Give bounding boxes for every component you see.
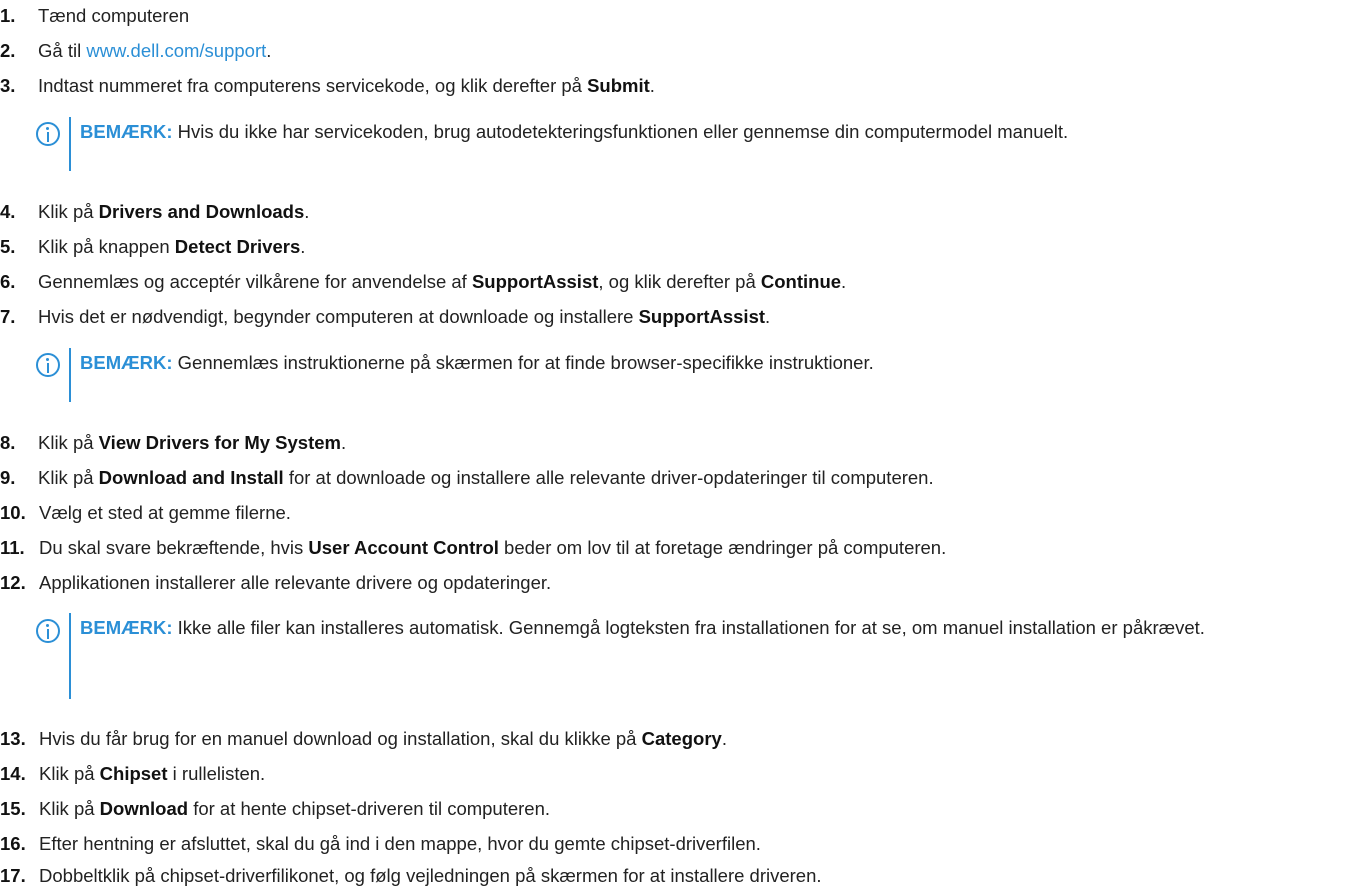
list-item: 7. Hvis det er nødvendigt, begynder compu… [0,303,770,331]
step-number: 7. [0,306,16,327]
step-number: 2. [0,40,16,61]
step-text: Gennemlæs og acceptér vilkårene for anve… [38,271,472,292]
step-text: Indtast nummeret fra computerens service… [38,75,588,96]
note-label: BEMÆRK: [80,121,173,142]
list-item: 12. Applikationen installerer alle releva… [0,569,551,597]
step-text-end: . [341,432,347,453]
step-number: 16. [0,833,26,854]
step-text: Du skal svare bekræftende, hvis [39,537,309,558]
step-number: 5. [0,236,16,257]
step-bold-term: Download [99,798,189,819]
list-item: 13. Hvis du får brug for en manuel downlo… [0,725,727,753]
note-text: Gennemlæs instruktionerne på skærmen for… [177,352,874,373]
step-bold-term: Category [641,728,722,749]
step-number: 3. [0,75,16,96]
list-item: 1. Tænd computeren [0,2,189,30]
list-item: 4. Klik på Drivers and Downloads. [0,198,309,226]
step-text-end: . [649,75,655,96]
list-item: 17. Dobbeltklik på chipset-driverfilikone… [0,862,822,890]
step-bold-term: Detect Drivers [174,236,301,257]
step-text-end: for at downloade og installere alle rele… [283,467,934,488]
note-callout: BEMÆRK: Hvis du ikke har servicekoden, b… [36,117,1346,171]
list-item: 11. Du skal svare bekræftende, hvis User … [0,534,946,562]
list-item: 2. Gå til www.dell.com/support. [0,37,271,65]
step-text: Klik på [39,763,100,784]
step-text-end: i rullelisten. [167,763,266,784]
list-item: 3. Indtast nummeret fra computerens servi… [0,72,655,100]
note-divider [69,117,71,171]
step-bold-term: Submit [587,75,650,96]
list-item: 15. Klik på Download for at hente chipset… [0,795,550,823]
step-number: 14. [0,763,26,784]
step-text-end: . [765,306,771,327]
step-bold-term: Chipset [99,763,168,784]
step-bold-term: Download and Install [98,467,284,488]
list-item: 14. Klik på Chipset i rullelisten. [0,760,265,788]
note-callout: BEMÆRK: Ikke alle filer kan installeres … [36,613,1346,699]
step-text: Tænd computeren [38,5,190,26]
step-text-end: beder om lov til at foretage ændringer p… [498,537,947,558]
step-number: 6. [0,271,16,292]
note-callout: BEMÆRK: Gennemlæs instruktionerne på skæ… [36,348,1346,402]
step-bold-term: View Drivers for My System [98,432,341,453]
step-number: 13. [0,728,26,749]
step-text-mid: , og klik derefter på [598,271,761,292]
step-text: Klik på [38,201,99,222]
step-bold-term: SupportAssist [638,306,766,327]
step-text-end: . [841,271,847,292]
step-text: Vælg et sted at gemme filerne. [39,502,291,523]
step-text-end: . [300,236,306,257]
step-text: Gå til [38,40,87,61]
step-number: 1. [0,5,16,26]
step-text: Klik på knappen [38,236,175,257]
list-item: 5. Klik på knappen Detect Drivers. [0,233,305,261]
step-text: Applikationen installerer alle relevante… [39,572,552,593]
note-text: Hvis du ikke har servicekoden, brug auto… [177,121,1069,142]
list-item: 6. Gennemlæs og acceptér vilkårene for an… [0,268,846,296]
step-text: Klik på [38,432,99,453]
step-bold-term: SupportAssist [471,271,599,292]
step-number: 9. [0,467,16,488]
step-bold-term: User Account Control [308,537,499,558]
step-text-end: . [266,40,272,61]
step-bold-term: Drivers and Downloads [98,201,305,222]
note-divider [69,613,71,699]
list-item: 16. Efter hentning er afsluttet, skal du … [0,830,761,858]
step-number: 10. [0,502,26,523]
step-bold-term: Continue [760,271,842,292]
step-text-end: for at hente chipset-driveren til comput… [188,798,551,819]
step-text: Klik på [39,798,100,819]
step-text: Dobbeltklik på chipset-driverfilikonet, … [39,865,822,886]
info-circle-icon [36,353,60,377]
step-text: Efter hentning er afsluttet, skal du gå … [39,833,761,854]
info-circle-icon [36,122,60,146]
step-number: 11. [0,537,25,558]
note-divider [69,348,71,402]
support-link[interactable]: www.dell.com/support [86,40,266,61]
step-text-end: . [721,728,727,749]
step-number: 8. [0,432,16,453]
list-item: 8. Klik på View Drivers for My System. [0,429,346,457]
list-item: 9. Klik på Download and Install for at do… [0,464,934,492]
info-circle-icon [36,619,60,643]
note-label: BEMÆRK: [80,352,173,373]
step-number: 12. [0,572,26,593]
step-text: Hvis det er nødvendigt, begynder compute… [38,306,639,327]
step-text: Hvis du får brug for en manuel download … [39,728,642,749]
list-item: 10. Vælg et sted at gemme filerne. [0,499,291,527]
note-label: BEMÆRK: [80,617,173,638]
step-number: 4. [0,201,16,222]
note-text: Ikke alle filer kan installeres automati… [177,617,1205,638]
step-number: 17. [0,865,26,886]
step-text-end: . [304,201,310,222]
step-number: 15. [0,798,26,819]
step-text: Klik på [38,467,99,488]
